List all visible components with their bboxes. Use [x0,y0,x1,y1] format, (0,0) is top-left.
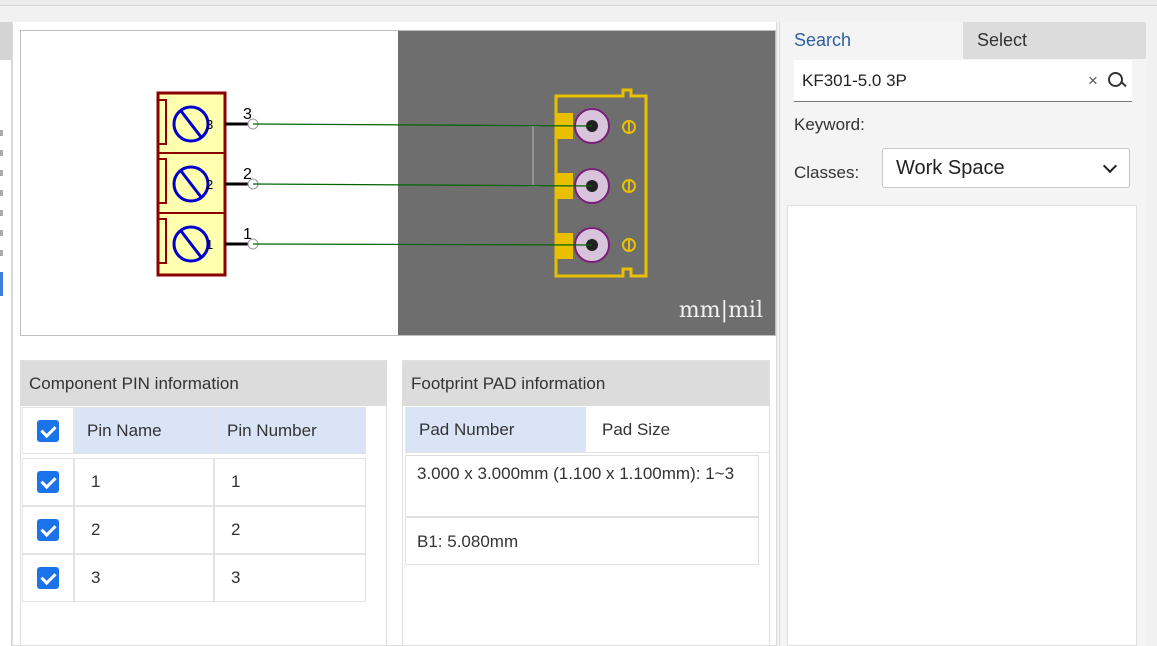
pin-name-label: 1 [206,237,213,252]
silk-hatch [557,233,573,259]
table-row[interactable]: 1 1 [22,458,366,506]
left-panel-tick [0,250,3,256]
pin-name-label: 2 [206,177,213,192]
component-preview: 3 2 1 3 2 1 mm|mil [20,30,776,336]
pin-name-cell: 3 [74,554,214,602]
pin-number-header: Pin Number [214,407,366,454]
row-checkbox[interactable] [37,519,59,541]
search-input[interactable]: KF301-5.0 3P × [794,60,1132,102]
pin-info-panel: Component PIN information Pin Name Pin N… [20,360,387,646]
left-panel-tick [0,170,3,176]
unit-mm[interactable]: mm [679,298,721,323]
search-results-list[interactable] [787,205,1137,646]
pin-number-label: 1 [243,226,252,243]
table-row[interactable]: 3 3 [22,554,366,602]
pin-number-cell: 1 [214,458,366,506]
pad-table-header: Pad Number Pad Size [405,407,769,453]
pad-spacing-row: B1: 5.080mm [405,517,759,565]
left-panel-tick [0,190,3,196]
classes-select[interactable]: Work Space [882,148,1130,188]
pin-number-label: 3 [243,106,252,123]
search-input-value[interactable]: KF301-5.0 3P [802,71,1084,91]
pin-name-cell: 1 [74,458,214,506]
left-collapsed-panel[interactable] [0,22,12,646]
left-panel-tick [0,230,3,236]
row-checkbox[interactable] [37,471,59,493]
left-panel-tick [0,130,3,136]
pad-panel-title: Footprint PAD information [403,361,769,406]
unit-separator: | [720,298,729,323]
select-all-checkbox[interactable] [37,419,59,442]
pin-table-header: Pin Name Pin Number [22,407,366,454]
pin-name-header: Pin Name [74,407,214,454]
unit-mil[interactable]: mil [728,298,763,323]
search-sidebar: Search Select KF301-5.0 3P × Keyword: Cl… [779,22,1147,646]
table-row[interactable]: 2 2 [22,506,366,554]
keyword-label: Keyword: [794,115,865,134]
sidebar-tabs: Search Select [780,22,1146,59]
clear-icon[interactable]: × [1084,71,1102,91]
pad-size-row: 3.000 x 3.000mm (1.100 x 1.100mm): 1~3 [405,455,759,517]
pin-number-cell: 2 [214,506,366,554]
classes-select-value[interactable]: Work Space [896,157,1105,180]
pin-table: Pin Name Pin Number 1 1 2 2 3 3 [22,407,366,602]
pin-number-cell: 3 [214,554,366,602]
left-panel-active-marker [0,272,3,296]
select-all-cell[interactable] [22,407,74,454]
unit-toggle[interactable]: mm|mil [679,298,763,323]
pin-number-label: 2 [243,166,252,183]
chevron-down-icon[interactable] [1102,158,1118,173]
search-icon[interactable] [1106,70,1128,92]
left-panel-tick [0,210,3,216]
pin-panel-title: Component PIN information [21,361,386,406]
tab-search[interactable]: Search [780,22,963,59]
classes-label: Classes: [794,163,860,182]
pad-info-panel: Footprint PAD information Pad Number Pad… [402,360,770,646]
preview-canvas: 3 2 1 3 2 1 [21,31,775,335]
pin-name-cell: 2 [74,506,214,554]
top-bar [0,0,1157,6]
left-panel-tick [0,150,3,156]
pin-name-label: 3 [206,117,213,132]
pad-number-header: Pad Number [405,407,586,452]
pad-size-header: Pad Size [602,419,671,439]
row-checkbox[interactable] [37,567,59,589]
left-panel-header [0,22,11,60]
tab-select[interactable]: Select [963,22,1146,59]
